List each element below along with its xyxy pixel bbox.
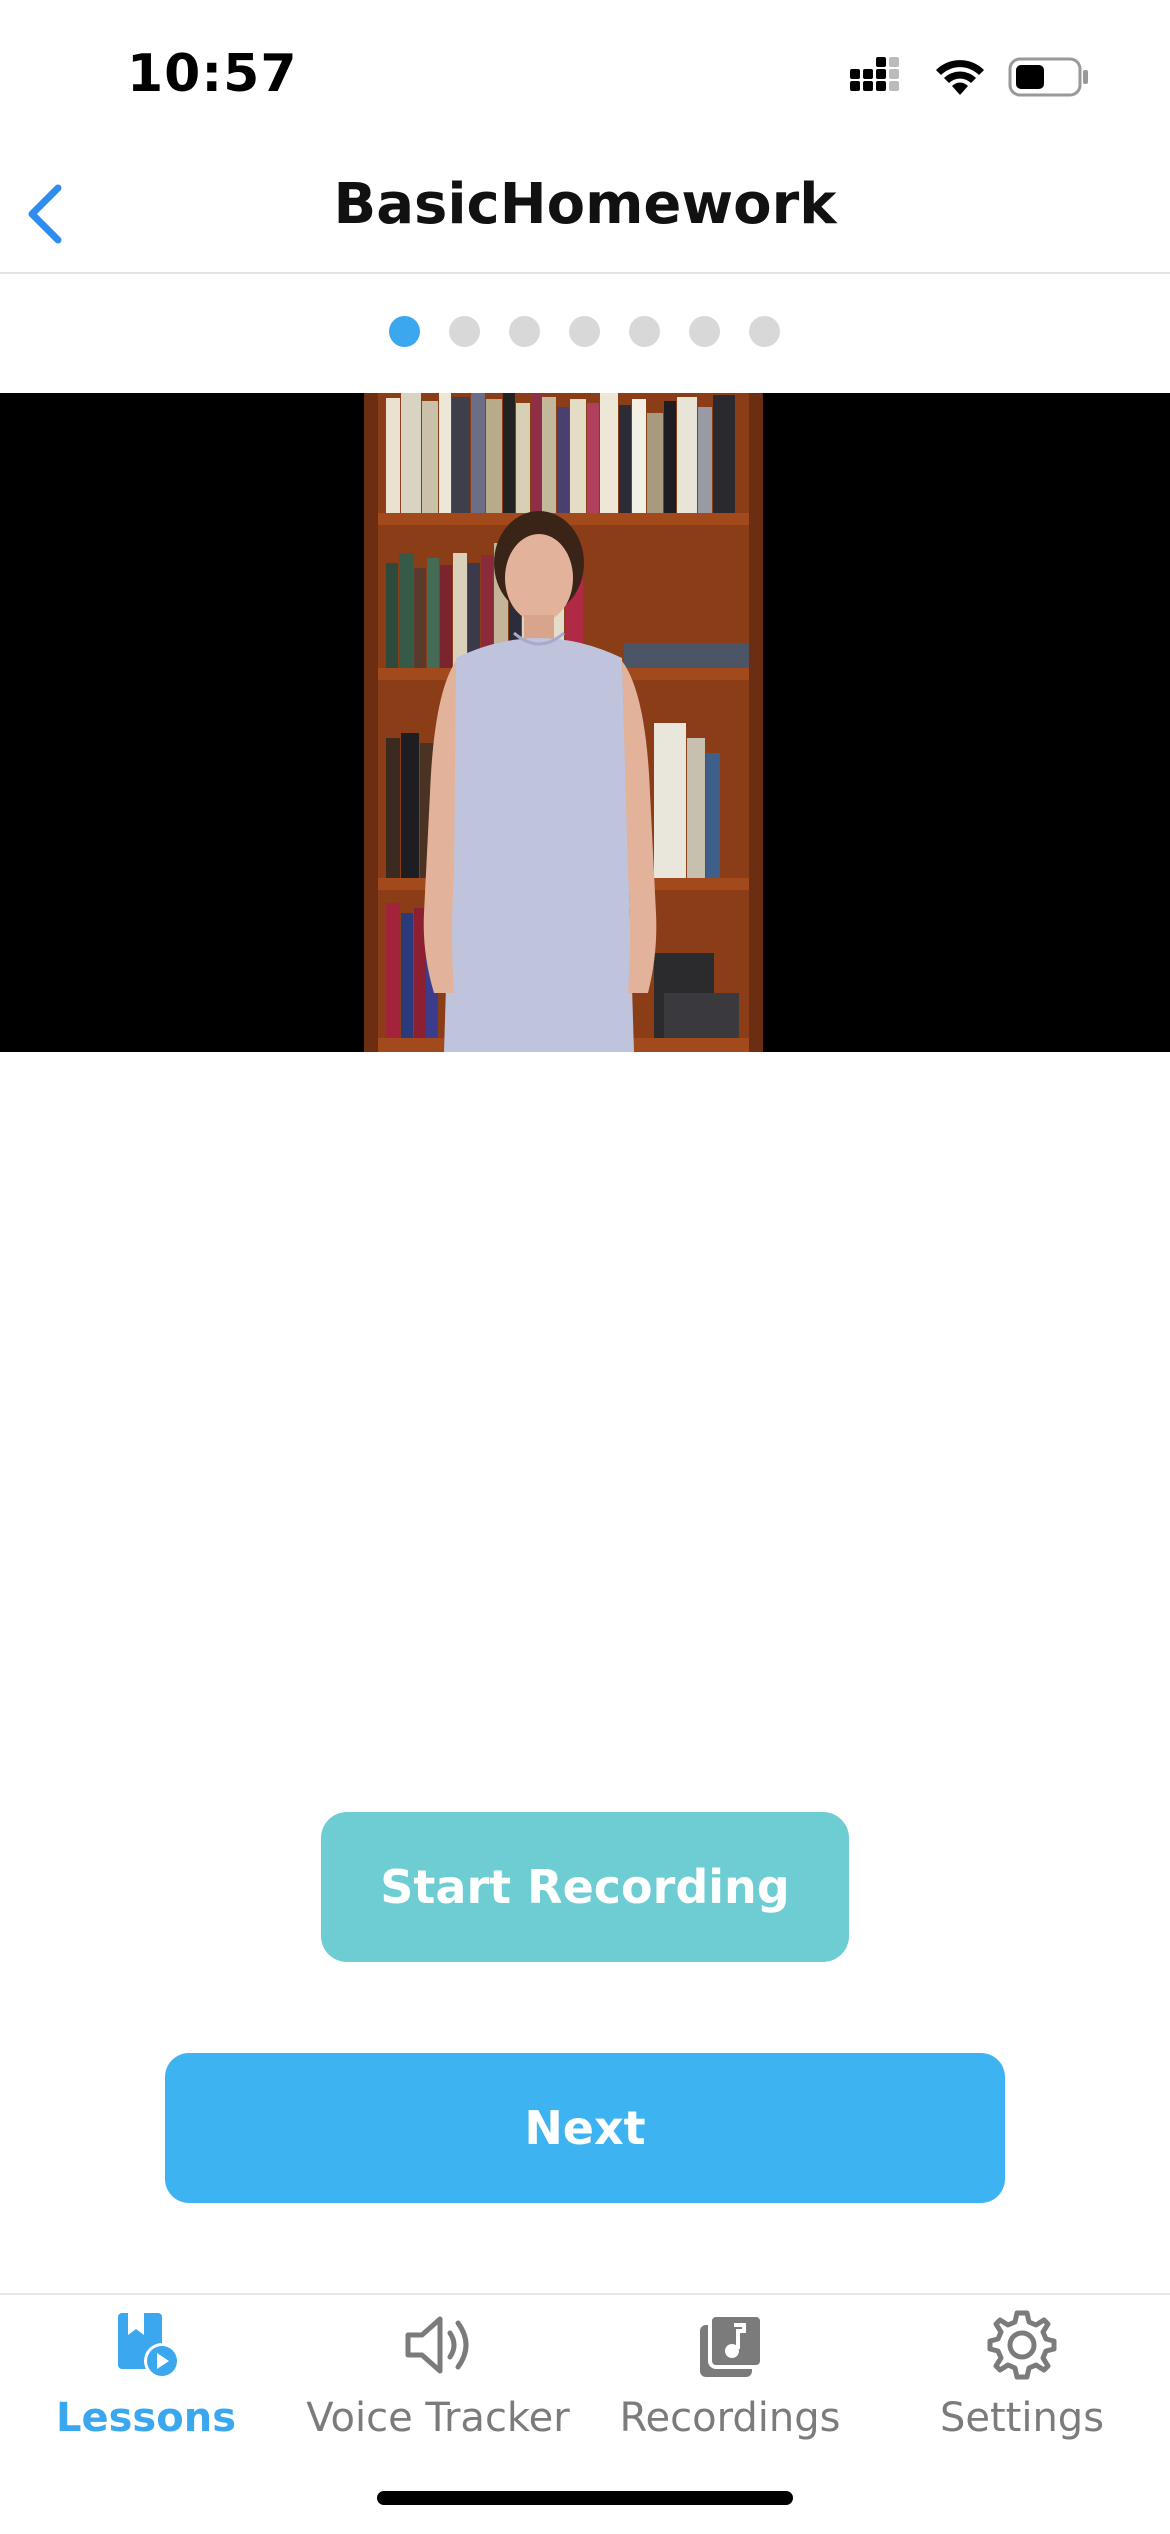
page-title: BasicHomework [333,172,837,237]
next-button[interactable]: Next [165,2053,1005,2203]
tab-lessons[interactable]: Lessons [0,2295,292,2455]
gear-icon [987,2310,1057,2380]
cellular-signal-icon [850,57,899,91]
tab-recordings[interactable]: Recordings [584,2295,876,2455]
start-recording-button[interactable]: Start Recording [321,1812,849,1962]
status-time: 10:57 [127,44,298,104]
status-icons [850,55,1090,99]
video-player[interactable] [0,393,1170,1052]
battery-icon [1008,57,1088,97]
video-frame-image [364,393,763,1052]
tab-settings[interactable]: Settings [876,2295,1168,2455]
status-bar: 10:57 [0,0,1170,150]
wifi-icon [936,60,984,95]
speaker-icon [405,2316,469,2374]
page-indicator [0,316,1170,350]
lessons-icon [118,2313,180,2379]
page-dot-4[interactable] [569,316,600,347]
tab-bar: Lessons Voice Tracker Recordings Setting… [0,2293,1170,2534]
tab-settings-label: Settings [939,2395,1105,2441]
music-library-icon [700,2313,764,2377]
tab-voice-tracker-label: Voice Tracker [306,2395,570,2441]
navigation-bar: BasicHomework [0,150,1170,274]
tab-voice-tracker[interactable]: Voice Tracker [292,2295,584,2455]
page-dot-7[interactable] [749,316,780,347]
tab-recordings-label: Recordings [619,2395,841,2441]
page-dot-5[interactable] [629,316,660,347]
page-dot-2[interactable] [449,316,480,347]
tab-lessons-label: Lessons [56,2395,236,2441]
home-indicator [377,2491,793,2505]
page-dot-1[interactable] [389,316,420,347]
page-dot-6[interactable] [689,316,720,347]
page-dot-3[interactable] [509,316,540,347]
